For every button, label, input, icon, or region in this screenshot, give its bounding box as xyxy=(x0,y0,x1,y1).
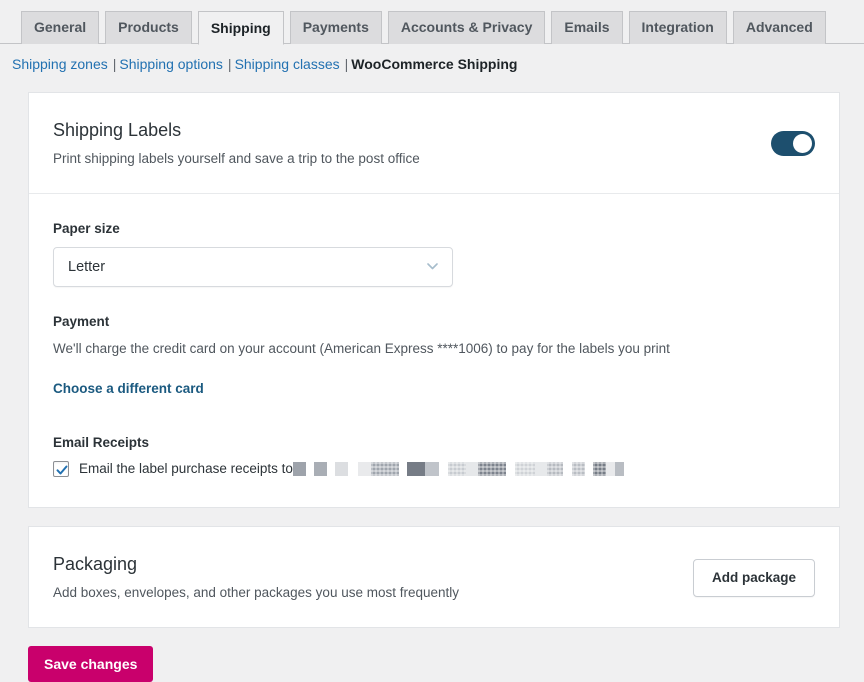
shipping-labels-title: Shipping Labels xyxy=(53,119,420,142)
paper-size-value: Letter xyxy=(68,259,105,275)
subnav-separator-2: | xyxy=(223,56,235,72)
paper-size-label: Paper size xyxy=(53,220,815,238)
tab-payments[interactable]: Payments xyxy=(290,11,382,44)
tab-shipping[interactable]: Shipping xyxy=(198,11,284,45)
subnav-current-woocommerce-shipping: WooCommerce Shipping xyxy=(351,56,517,72)
email-receipts-label: Email Receipts xyxy=(53,434,815,452)
tab-products[interactable]: Products xyxy=(105,11,192,44)
subnav-link-shipping-zones[interactable]: Shipping zones xyxy=(12,56,108,72)
shipping-labels-header: Shipping Labels Print shipping labels yo… xyxy=(29,93,839,194)
tab-general[interactable]: General xyxy=(21,11,99,44)
save-changes-button[interactable]: Save changes xyxy=(28,646,153,682)
subnav-link-shipping-options[interactable]: Shipping options xyxy=(119,56,223,72)
choose-different-card-link[interactable]: Choose a different card xyxy=(53,381,204,396)
payment-description: We'll charge the credit card on your acc… xyxy=(53,339,815,359)
tab-accounts-privacy[interactable]: Accounts & Privacy xyxy=(388,11,546,44)
subnav-separator-1: | xyxy=(108,56,120,72)
settings-tab-bar: General Products Shipping Payments Accou… xyxy=(0,0,864,44)
packaging-subtitle: Add boxes, envelopes, and other packages… xyxy=(53,584,459,603)
email-receipts-checkbox-label: Email the label purchase receipts to xyxy=(79,461,293,476)
payment-label: Payment xyxy=(53,313,815,331)
shipping-labels-card: Shipping Labels Print shipping labels yo… xyxy=(28,92,840,508)
email-receipts-row: Email the label purchase receipts to xyxy=(53,461,815,477)
shipping-labels-toggle[interactable] xyxy=(771,131,815,156)
shipping-labels-subtitle: Print shipping labels yourself and save … xyxy=(53,150,420,169)
checkmark-icon xyxy=(55,463,69,477)
add-package-button[interactable]: Add package xyxy=(693,559,815,597)
email-receipts-checkbox[interactable] xyxy=(53,461,69,477)
shipping-labels-body: Paper size Letter Payment We'll charge t… xyxy=(29,194,839,507)
tab-emails[interactable]: Emails xyxy=(551,11,622,44)
subnav-separator-3: | xyxy=(340,56,352,72)
packaging-title: Packaging xyxy=(53,553,459,576)
toggle-knob xyxy=(793,134,812,153)
packaging-header: Packaging Add boxes, envelopes, and othe… xyxy=(29,527,839,627)
chevron-down-icon xyxy=(427,263,438,270)
spacer xyxy=(53,398,815,434)
subnav-link-shipping-classes[interactable]: Shipping classes xyxy=(235,56,340,72)
paper-size-select[interactable]: Letter xyxy=(53,247,453,287)
packaging-card: Packaging Add boxes, envelopes, and othe… xyxy=(28,526,840,628)
redacted-email-value xyxy=(293,462,624,476)
save-bar: Save changes xyxy=(0,646,864,682)
shipping-subnav: Shipping zones|Shipping options|Shipping… xyxy=(0,44,864,75)
tab-integration[interactable]: Integration xyxy=(629,11,727,44)
tab-advanced[interactable]: Advanced xyxy=(733,11,826,44)
